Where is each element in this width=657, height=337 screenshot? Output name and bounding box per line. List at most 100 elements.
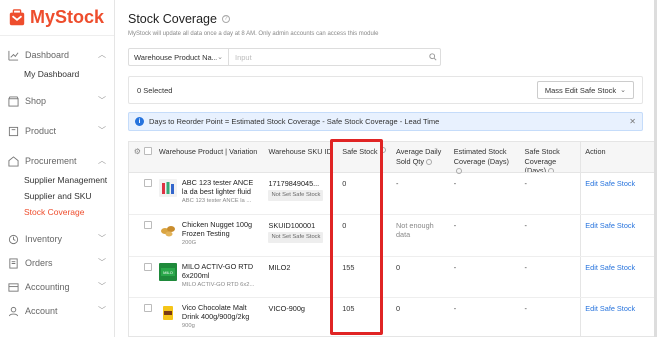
safe-stock-value: 105 [342, 304, 355, 313]
sku-cell: 17179849045... Not Set Safe Stock [264, 173, 338, 214]
sidebar-item-orders[interactable]: Orders ﹀ [0, 252, 114, 274]
product-cell: Vico Chocolate Malt Drink 400g/900g/2kg … [155, 298, 265, 336]
help-icon[interactable] [425, 158, 432, 165]
orders-icon [9, 257, 18, 269]
sidebar-item-procurement[interactable]: Procurement ︿ [0, 150, 114, 172]
product-name: ABC 123 tester ANCE la da best lighter f… [181, 178, 254, 196]
product-cell: ABC 123 tester ANCE la da best lighter f… [155, 173, 265, 214]
status-badge: Not Set Safe Stock [268, 232, 324, 243]
account-icon [8, 306, 19, 316]
est-coverage-value: - [453, 221, 457, 230]
search-filter: Warehouse Product Na... ⌄ [128, 48, 441, 66]
app-logo[interactable]: MyStock [0, 0, 114, 36]
sidebar: MyStock Dashboard ︿ My Dashboard Shop ﹀ … [0, 0, 115, 337]
status-badge: Not Set Safe Stock [268, 190, 324, 201]
main-content: Stock Coverage ? MyStock will update all… [115, 0, 657, 337]
gear-icon[interactable]: ⚙ [134, 147, 141, 157]
sku-id: VICO-900g [268, 304, 305, 313]
product-name: Chicken Nugget 100g Frozen Testing [181, 220, 253, 238]
est-coverage-value: - [453, 263, 457, 272]
close-icon[interactable]: ✕ [629, 117, 636, 126]
edit-safe-stock-link[interactable]: Edit Safe Stock [580, 298, 656, 336]
search-input[interactable] [229, 49, 426, 65]
help-icon[interactable] [379, 147, 386, 153]
page-title-text: Stock Coverage [128, 12, 217, 26]
header-product-label: Warehouse Product | Variation [158, 147, 258, 156]
logo-text: MyStock [30, 7, 105, 27]
sidebar-item-shop[interactable]: Shop ﹀ [0, 90, 114, 112]
product-thumbnail [158, 304, 177, 322]
safe-stock-value: 0 [342, 221, 347, 230]
stock-coverage-table: ⚙ Warehouse Product | Variation Warehous… [128, 141, 657, 337]
header-avg-label: Average Daily Sold Qty [396, 147, 442, 166]
filter-field-select[interactable]: Warehouse Product Na... ⌄ [129, 49, 229, 65]
header-sku: Warehouse SKU ID [264, 142, 338, 172]
product-thumbnail [158, 179, 177, 197]
info-icon: i [135, 117, 144, 126]
edit-safe-stock-link[interactable]: Edit Safe Stock [580, 173, 656, 214]
product-cell: Chicken Nugget 100g Frozen Testing 200G [155, 215, 265, 256]
svg-text:MILO: MILO [163, 270, 173, 275]
sku-id: 17179849045... [268, 179, 320, 188]
select-all-checkbox[interactable] [143, 147, 152, 155]
sidebar-subitem-my-dashboard[interactable]: My Dashboard [0, 66, 114, 82]
row-select-cell [129, 257, 155, 297]
header-safe-stock: Safe Stock [338, 142, 392, 172]
header-action-label: Action [585, 147, 606, 156]
sidebar-item-label: Dashboard [25, 50, 70, 60]
mass-edit-label: Mass Edit Safe Stock [544, 85, 617, 95]
edit-safe-stock-link[interactable]: Edit Safe Stock [580, 257, 656, 297]
banner-text: Days to Reorder Point = Estimated Stock … [149, 117, 440, 126]
shop-icon [8, 95, 19, 107]
avg-daily-sold-value: 0 [396, 263, 401, 272]
chevron-down-icon: ﹀ [98, 282, 106, 291]
sidebar-item-account[interactable]: Account ﹀ [0, 300, 114, 322]
header-select-cell: ⚙ [129, 142, 155, 172]
row-checkbox[interactable] [143, 221, 152, 229]
chevron-down-icon: ﹀ [98, 258, 106, 267]
sku-id: SKUID100001 [268, 221, 316, 230]
safe-stock-value: 0 [342, 179, 347, 188]
header-avg-daily-sold: Average Daily Sold Qty [392, 142, 450, 172]
table-row: MILO MILO ACTIV-GO RTD 6x200ml MILO ACTI… [129, 257, 656, 298]
sidebar-nav: Dashboard ︿ My Dashboard Shop ﹀ Product … [0, 36, 114, 322]
header-est-label: Estimated Stock Coverage (Days) [453, 147, 509, 166]
header-est-coverage: Estimated Stock Coverage (Days) [450, 142, 521, 175]
avg-daily-sold-value: Not enough data [396, 221, 434, 239]
search-icon[interactable] [426, 53, 440, 61]
row-checkbox[interactable] [143, 179, 152, 187]
header-product: Warehouse Product | Variation [155, 142, 265, 172]
edit-safe-stock-link[interactable]: Edit Safe Stock [580, 215, 656, 256]
est-coverage-value: - [453, 179, 457, 188]
table-row: Vico Chocolate Malt Drink 400g/900g/2kg … [129, 298, 656, 336]
safe-stock-coverage-value: - [524, 304, 527, 313]
sku-cell: MILO2 [264, 257, 338, 297]
sidebar-item-label: Product [25, 126, 57, 136]
help-icon[interactable] [548, 168, 555, 172]
sidebar-subitem-stock-coverage[interactable]: Stock Coverage [0, 204, 114, 220]
chevron-up-icon: ︿ [98, 50, 106, 59]
est-coverage-value: - [453, 304, 457, 313]
accounting-icon [8, 282, 19, 292]
chevron-down-icon: ﹀ [98, 306, 106, 315]
sidebar-item-accounting[interactable]: Accounting ﹀ [0, 276, 114, 298]
sidebar-subitem-supplier-management[interactable]: Supplier Management [0, 172, 114, 188]
sidebar-item-inventory[interactable]: Inventory ﹀ [0, 228, 114, 250]
sidebar-item-dashboard[interactable]: Dashboard ︿ [0, 44, 114, 66]
sidebar-subitem-supplier-and-sku[interactable]: Supplier and SKU [0, 188, 114, 204]
product-variation: 200G [181, 240, 197, 246]
sidebar-item-product[interactable]: Product ﹀ [0, 120, 114, 142]
table-row: ABC 123 tester ANCE la da best lighter f… [129, 173, 656, 215]
inventory-icon [8, 234, 19, 244]
header-sku-label: Warehouse SKU ID [268, 147, 332, 156]
mass-edit-safe-stock-button[interactable]: Mass Edit Safe Stock ⌄ [536, 81, 634, 99]
sku-id: MILO2 [268, 263, 291, 272]
help-icon[interactable]: ? [221, 15, 230, 23]
product-thumbnail: MILO [158, 263, 177, 281]
safe-stock-value: 155 [342, 263, 355, 272]
filter-field-label: Warehouse Product Na... [134, 52, 218, 62]
row-checkbox[interactable] [143, 304, 152, 312]
chevron-down-icon: ﹀ [98, 234, 106, 243]
row-checkbox[interactable] [143, 263, 152, 271]
avg-daily-sold-value: 0 [396, 304, 401, 313]
